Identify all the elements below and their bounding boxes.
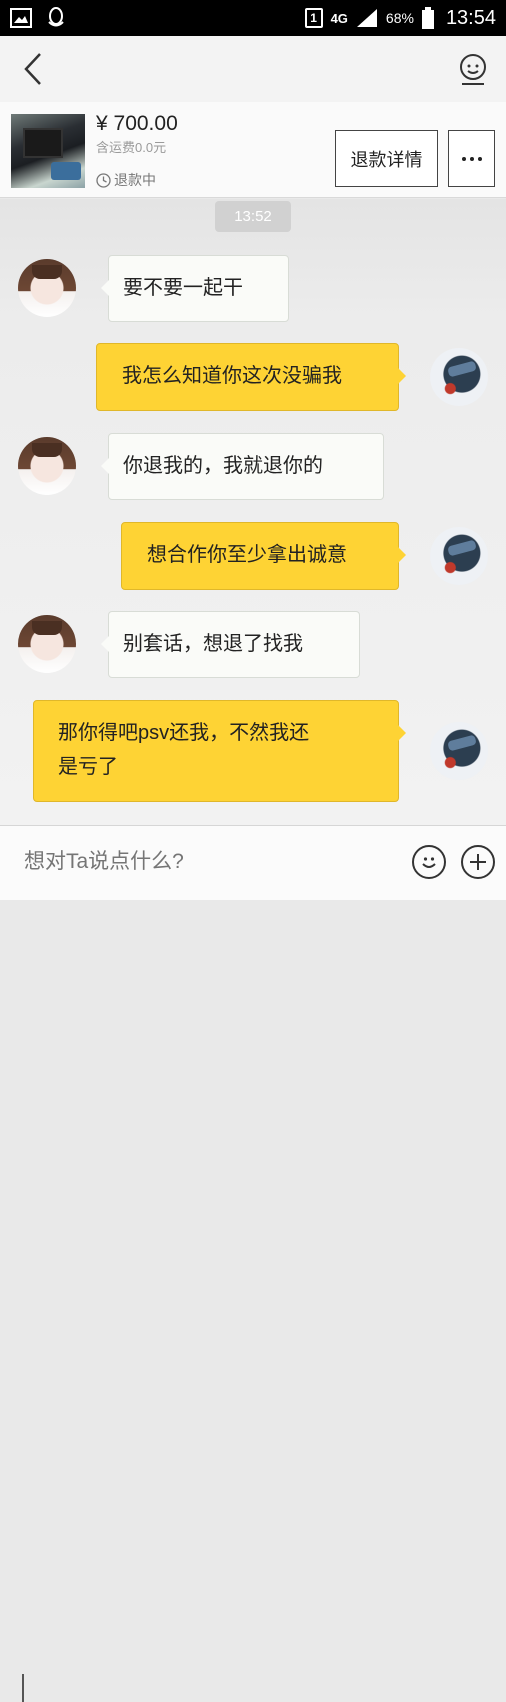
message-bubble[interactable]: 那你得吧psv还我，不然我还 是亏了 xyxy=(33,700,406,802)
product-thumbnail[interactable] xyxy=(11,114,85,188)
avatar-seller[interactable] xyxy=(18,437,76,495)
avatar-self[interactable] xyxy=(430,722,488,780)
avatar-self[interactable] xyxy=(430,527,488,585)
chat-timestamp: 13:52 xyxy=(215,201,291,232)
network-label: 4G xyxy=(330,10,348,26)
message-bubble[interactable]: 别套话，想退了找我 xyxy=(101,611,360,678)
nav-bar xyxy=(0,36,506,102)
refund-status: 退款中 xyxy=(96,170,156,190)
gallery-icon xyxy=(10,8,32,28)
status-bar: 1 4G 68% 13:54 xyxy=(0,0,506,36)
more-dots-icon[interactable] xyxy=(448,130,495,187)
refund-details-button[interactable]: 退款详情 xyxy=(335,130,438,187)
message-input[interactable] xyxy=(24,845,394,879)
avatar-seller[interactable] xyxy=(18,259,76,317)
chevron-left-icon[interactable] xyxy=(18,51,48,87)
message-text-line: 那你得吧psv还我，不然我还 xyxy=(58,722,310,744)
message-text: 别套话，想退了找我 xyxy=(123,633,303,655)
shipping-fee: 含运费0.0元 xyxy=(96,140,167,155)
signal-icon xyxy=(356,9,377,27)
clock-time: 13:54 xyxy=(445,6,496,29)
avatar-seller[interactable] xyxy=(18,615,76,673)
message-text-line: 是亏了 xyxy=(58,756,118,778)
message-text: 你退我的，我就退你的 xyxy=(123,455,323,477)
avatar-self[interactable] xyxy=(430,348,488,406)
battery-icon xyxy=(421,7,434,29)
message-bubble[interactable]: 你退我的，我就退你的 xyxy=(101,433,384,500)
clock-icon xyxy=(96,172,111,188)
qq-icon xyxy=(48,7,64,27)
product-price: ¥ 700.00 xyxy=(96,112,178,135)
message-bubble[interactable]: 我怎么知道你这次没骗我 xyxy=(96,343,406,411)
plus-icon[interactable] xyxy=(461,845,495,879)
refund-status-label: 退款中 xyxy=(114,172,156,188)
message-text: 想合作你至少拿出诚意 xyxy=(147,544,347,566)
battery-percent: 68% xyxy=(385,10,414,26)
message-bubble[interactable]: 想合作你至少拿出诚意 xyxy=(121,522,406,590)
user-face-icon[interactable] xyxy=(458,53,488,85)
message-text: 我怎么知道你这次没骗我 xyxy=(122,365,342,387)
text-caret xyxy=(22,1674,24,1702)
message-bubble[interactable]: 要不要一起干 xyxy=(101,255,289,322)
sim-slot-badge: 1 xyxy=(304,8,323,28)
message-text: 要不要一起干 xyxy=(123,277,243,299)
emoji-icon[interactable] xyxy=(412,845,446,879)
